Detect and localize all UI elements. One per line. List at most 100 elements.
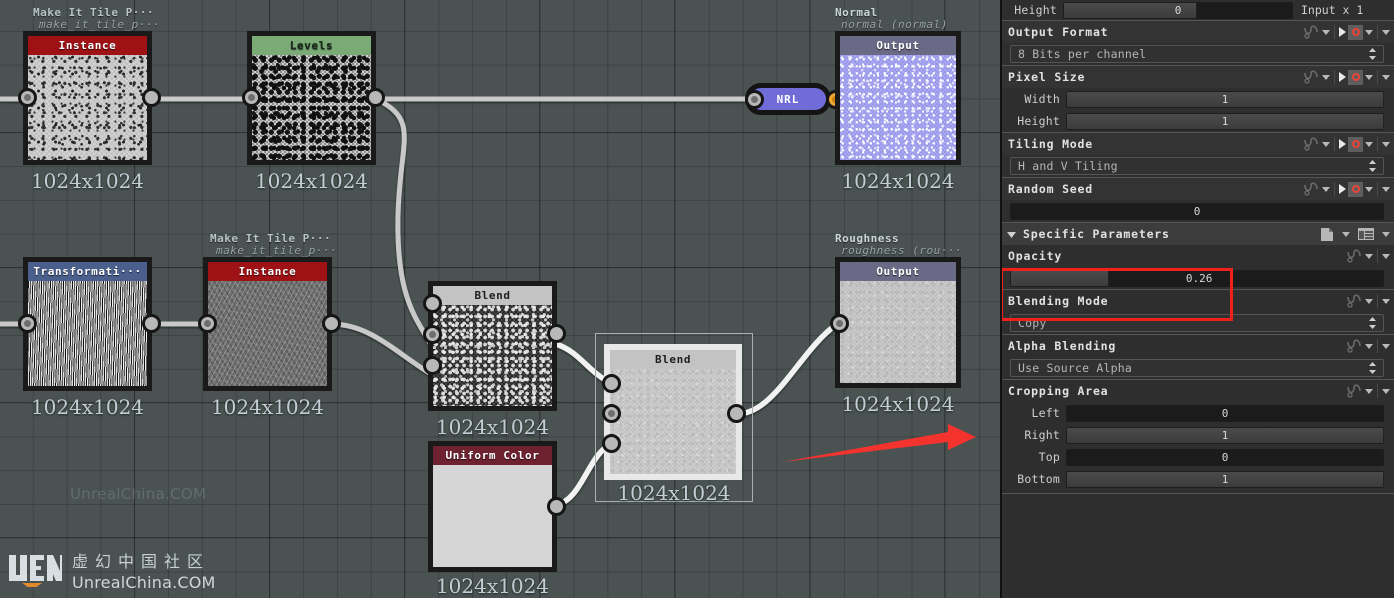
crop-left-slider[interactable]: 0 bbox=[1066, 404, 1384, 422]
chevron-down-icon[interactable] bbox=[1382, 253, 1390, 259]
list-icon[interactable] bbox=[1358, 227, 1374, 241]
curve-icon[interactable] bbox=[1346, 384, 1363, 398]
port-output[interactable] bbox=[141, 314, 161, 333]
property-row-blending-mode[interactable]: Copy bbox=[1002, 312, 1394, 334]
record-button[interactable] bbox=[1348, 69, 1363, 85]
chevron-down-icon[interactable] bbox=[1322, 74, 1330, 80]
chevron-down-icon[interactable] bbox=[1382, 74, 1390, 80]
port-input-1[interactable] bbox=[422, 294, 442, 313]
chevron-down-icon[interactable] bbox=[1365, 141, 1373, 147]
group-cropping-area[interactable]: Cropping Area bbox=[1002, 380, 1394, 402]
row-controls[interactable] bbox=[1303, 133, 1394, 155]
port-input[interactable] bbox=[17, 88, 37, 107]
row-controls[interactable] bbox=[1346, 380, 1394, 402]
row-controls[interactable] bbox=[1303, 178, 1394, 200]
port-output[interactable] bbox=[141, 88, 161, 107]
properties-panel[interactable]: Height 0 Input x 1 Output Format 8 Bits … bbox=[1000, 0, 1394, 598]
port-output[interactable] bbox=[321, 314, 341, 333]
property-row-crop-right[interactable]: Right 1 bbox=[1002, 424, 1394, 446]
node-box[interactable]: Instance bbox=[203, 257, 332, 391]
spinner-arrows-icon[interactable] bbox=[1368, 317, 1377, 329]
chevron-down-icon[interactable] bbox=[1382, 388, 1390, 394]
node-box[interactable]: Output bbox=[835, 257, 961, 388]
crop-top-slider[interactable]: 0 bbox=[1066, 448, 1384, 466]
port-input[interactable] bbox=[829, 314, 849, 333]
record-button[interactable] bbox=[1348, 181, 1363, 197]
port-input-1[interactable] bbox=[602, 374, 621, 393]
section-controls[interactable] bbox=[1320, 223, 1394, 245]
chevron-down-icon[interactable] bbox=[1322, 141, 1330, 147]
group-pixel-size[interactable]: Pixel Size bbox=[1002, 66, 1394, 88]
group-random-seed[interactable]: Random Seed bbox=[1002, 178, 1394, 200]
port-input[interactable] bbox=[241, 88, 261, 107]
port-output[interactable] bbox=[727, 404, 746, 423]
node-graph-canvas[interactable]: UnrealChina.COM Make It Tile P··· make_i… bbox=[0, 0, 1000, 598]
chevron-down-icon[interactable] bbox=[1382, 29, 1390, 35]
group-blending-mode[interactable]: Blending Mode bbox=[1002, 290, 1394, 312]
chevron-down-icon[interactable] bbox=[1382, 186, 1390, 192]
tiling-mode-combo[interactable]: H and V Tiling bbox=[1010, 157, 1384, 175]
port-input-2[interactable] bbox=[602, 404, 621, 423]
node-box[interactable]: Blend bbox=[428, 281, 557, 411]
curve-icon[interactable] bbox=[1303, 25, 1320, 39]
chevron-down-icon[interactable] bbox=[1382, 343, 1390, 349]
property-row-random-seed[interactable]: 0 bbox=[1002, 200, 1394, 222]
row-controls[interactable] bbox=[1303, 66, 1394, 88]
play-icon[interactable] bbox=[1339, 72, 1346, 82]
group-alpha-blending[interactable]: Alpha Blending bbox=[1002, 335, 1394, 357]
port-input-3[interactable] bbox=[602, 434, 621, 453]
collapse-triangle-icon[interactable] bbox=[1006, 229, 1017, 240]
node-box[interactable]: Transformati··· bbox=[23, 257, 152, 391]
chevron-down-icon[interactable] bbox=[1365, 343, 1373, 349]
chevron-down-icon[interactable] bbox=[1365, 298, 1373, 304]
port-input[interactable] bbox=[745, 89, 764, 109]
port-output[interactable] bbox=[546, 324, 566, 343]
record-button[interactable] bbox=[1348, 24, 1363, 40]
curve-icon[interactable] bbox=[1303, 70, 1320, 84]
property-row-alpha-blending[interactable]: Use Source Alpha bbox=[1002, 357, 1394, 379]
property-row-pixel-width[interactable]: Width 1 bbox=[1002, 88, 1394, 110]
output-format-combo[interactable]: 8 Bits per channel bbox=[1010, 45, 1384, 63]
group-tiling-mode[interactable]: Tiling Mode bbox=[1002, 133, 1394, 155]
play-icon[interactable] bbox=[1339, 184, 1346, 194]
chevron-down-icon[interactable] bbox=[1382, 298, 1390, 304]
chevron-down-icon[interactable] bbox=[1365, 253, 1373, 259]
property-row-opacity[interactable]: 0.26 bbox=[1002, 267, 1394, 289]
row-controls[interactable] bbox=[1346, 290, 1394, 312]
row-controls[interactable] bbox=[1346, 335, 1394, 357]
chevron-down-icon[interactable] bbox=[1365, 29, 1373, 35]
chevron-down-icon[interactable] bbox=[1365, 186, 1373, 192]
property-row-crop-left[interactable]: Left 0 bbox=[1002, 402, 1394, 424]
group-opacity[interactable]: Opacity bbox=[1002, 245, 1394, 267]
property-row-crop-bottom[interactable]: Bottom 1 bbox=[1002, 468, 1394, 490]
alpha-blending-combo[interactable]: Use Source Alpha bbox=[1010, 359, 1384, 377]
pixel-width-slider[interactable]: 1 bbox=[1066, 90, 1384, 108]
node-box[interactable]: Uniform Color bbox=[428, 441, 557, 572]
chevron-down-icon[interactable] bbox=[1322, 186, 1330, 192]
curve-icon[interactable] bbox=[1346, 294, 1363, 308]
node-box[interactable]: Output bbox=[835, 31, 961, 165]
spinner-arrows-icon[interactable] bbox=[1368, 160, 1377, 172]
curve-icon[interactable] bbox=[1346, 339, 1363, 353]
port-input-2[interactable] bbox=[422, 325, 442, 344]
curve-icon[interactable] bbox=[1303, 182, 1320, 196]
blending-mode-combo[interactable]: Copy bbox=[1010, 314, 1384, 332]
crop-right-slider[interactable]: 1 bbox=[1066, 426, 1384, 444]
spinner-arrows-icon[interactable] bbox=[1368, 362, 1377, 374]
pixel-height-slider[interactable]: 1 bbox=[1066, 112, 1384, 130]
chevron-down-icon[interactable] bbox=[1365, 388, 1373, 394]
section-specific-parameters[interactable]: Specific Parameters bbox=[1002, 223, 1394, 245]
curve-icon[interactable] bbox=[1346, 249, 1363, 263]
node-box[interactable]: Instance bbox=[23, 31, 152, 165]
property-row-crop-top[interactable]: Top 0 bbox=[1002, 446, 1394, 468]
property-row-pixel-height[interactable]: Height 1 bbox=[1002, 110, 1394, 132]
chevron-down-icon[interactable] bbox=[1382, 141, 1390, 147]
node-box[interactable]: Levels bbox=[247, 31, 376, 165]
chevron-down-icon[interactable] bbox=[1382, 231, 1390, 237]
port-output[interactable] bbox=[365, 88, 385, 107]
record-button[interactable] bbox=[1348, 136, 1363, 152]
row-controls[interactable] bbox=[1303, 21, 1394, 43]
property-row-output-format[interactable]: 8 Bits per channel bbox=[1002, 43, 1394, 65]
random-seed-slider[interactable]: 0 bbox=[1010, 202, 1384, 220]
port-input-3[interactable] bbox=[422, 356, 442, 375]
